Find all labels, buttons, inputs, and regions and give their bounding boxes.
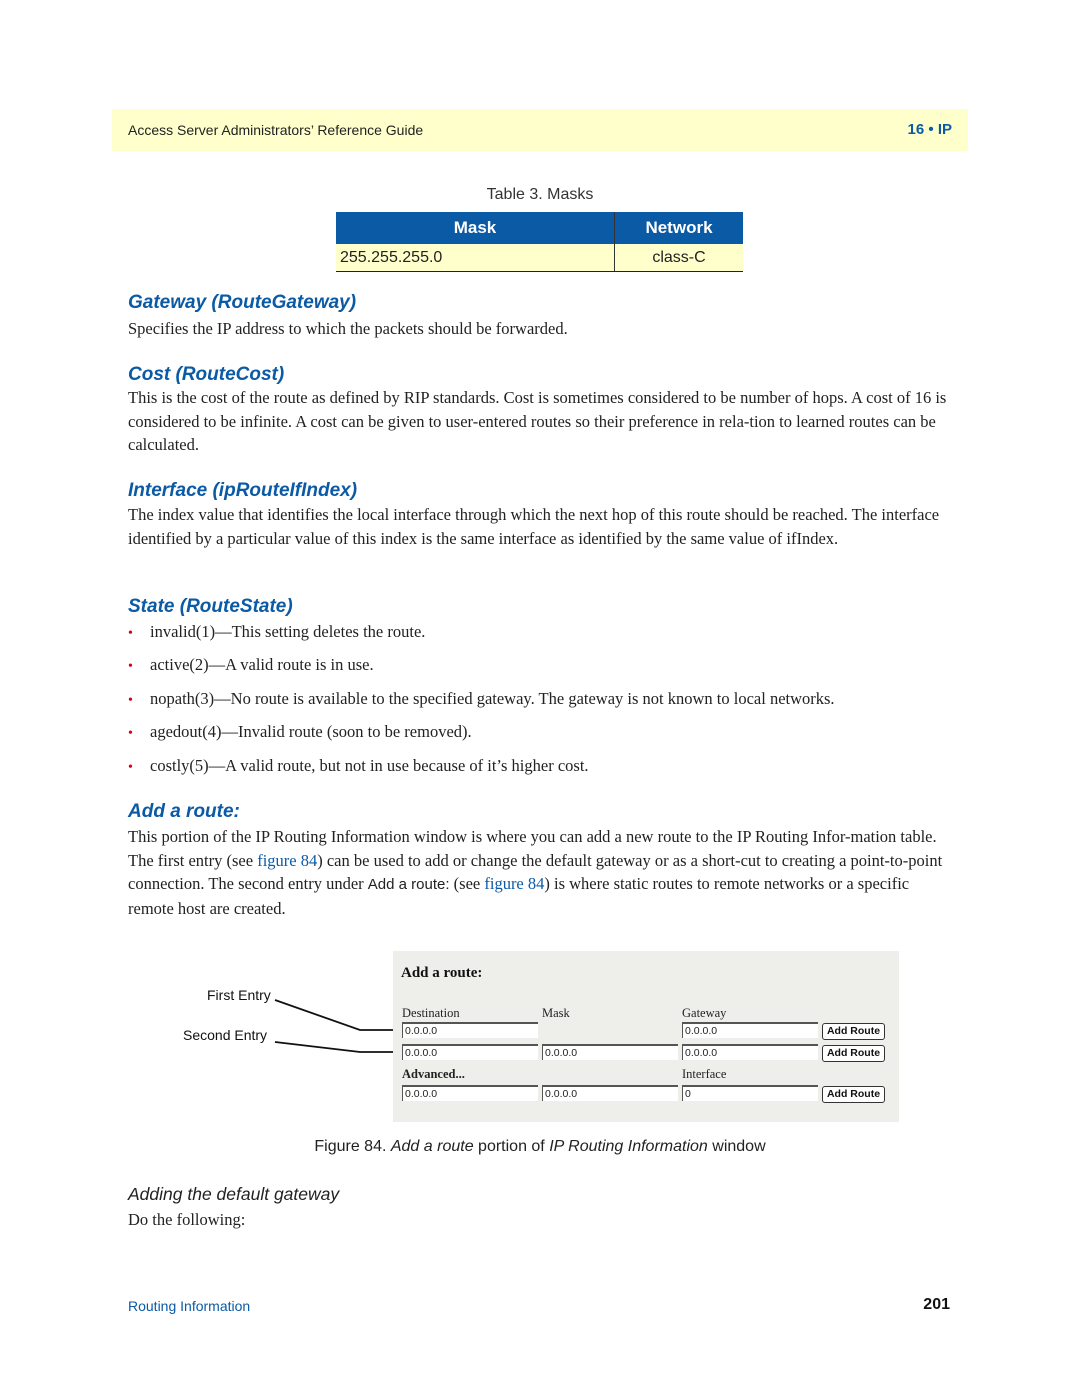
heading-interface: Interface (ipRouteIfIndex) [128, 480, 358, 501]
row2-add-route-button[interactable]: Add Route [822, 1045, 885, 1062]
label-interface: Interface [682, 1067, 727, 1081]
label-mask: Mask [542, 1006, 570, 1020]
bullet-item: • costly(5)—A valid route, but not in use… [128, 756, 589, 775]
inline-ui-label: Add a route: [367, 876, 450, 893]
footer-section-link[interactable]: Routing Information [128, 1298, 250, 1314]
bullet-icon: • [128, 659, 133, 674]
callout-second-entry: Second Entry [183, 1027, 268, 1043]
label-gateway: Gateway [682, 1006, 727, 1020]
header-chapter: 16 • IP [907, 121, 952, 138]
column-header-mask: Mask [336, 212, 615, 244]
bullet-icon: • [128, 626, 133, 641]
add-route-screenshot: Add a route: Destination Mask Gateway 0.… [393, 951, 899, 1122]
figure-link[interactable]: figure 84 [257, 851, 317, 870]
heading-cost: Cost (RouteCost) [128, 364, 285, 385]
row2-destination-input[interactable]: 0.0.0.0 [402, 1044, 538, 1060]
row1-gateway-input[interactable]: 0.0.0.0 [682, 1022, 818, 1038]
page-number: 201 [923, 1296, 950, 1313]
row2-gateway-input[interactable]: 0.0.0.0 [682, 1044, 818, 1060]
figure-link[interactable]: figure 84 [484, 874, 544, 893]
body-cost: This is the cost of the route as defined… [128, 388, 947, 454]
heading-state: State (RouteState) [128, 596, 293, 617]
cell-network: class-C [614, 244, 743, 272]
bullet-item: • agedout(4)—Invalid route (soon to be re… [128, 722, 472, 741]
running-header: Access Server Administrators’ Reference … [112, 109, 968, 151]
row3-interface-input[interactable]: 0 [682, 1085, 818, 1101]
row1-add-route-button[interactable]: Add Route [822, 1023, 885, 1040]
row3-destination-input[interactable]: 0.0.0.0 [402, 1085, 538, 1101]
label-advanced: Advanced... [402, 1067, 465, 1081]
body-default-gateway: Do the following: [128, 1210, 246, 1229]
leader-line-second [274, 1041, 403, 1053]
table-caption: Table 3. Masks [486, 186, 594, 203]
bullet-item: • invalid(1)—This setting deletes the rou… [128, 622, 426, 641]
row1-destination-input[interactable]: 0.0.0.0 [402, 1022, 538, 1038]
callout-first-entry: First Entry [207, 987, 271, 1003]
masks-table: Mask Network 255.255.255.0 class-C [336, 212, 743, 272]
body-gateway: Specifies the IP address to which the pa… [128, 319, 568, 338]
figure-title: Add a route: [401, 965, 483, 981]
subheading-default-gateway: Adding the default gateway [128, 1184, 340, 1204]
column-header-network: Network [614, 212, 743, 244]
cell-mask: 255.255.255.0 [336, 244, 615, 272]
table-row: 255.255.255.0 class-C [336, 244, 743, 272]
bullet-item: • nopath(3)—No route is available to the … [128, 689, 835, 708]
row3-add-route-button[interactable]: Add Route [822, 1086, 885, 1103]
header-title: Access Server Administrators’ Reference … [128, 122, 424, 138]
heading-add-route: Add a route: [128, 801, 240, 822]
row2-mask-input[interactable]: 0.0.0.0 [542, 1044, 678, 1060]
figure-caption: Figure 84. Add a route portion of IP Rou… [314, 1138, 766, 1155]
leader-line-first [274, 999, 403, 1031]
bullet-icon: • [128, 726, 133, 741]
row3-mask-input[interactable]: 0.0.0.0 [542, 1085, 678, 1101]
table-header-row: Mask Network [336, 212, 743, 244]
bullet-item: • active(2)—A valid route is in use. [128, 655, 374, 674]
label-destination: Destination [402, 1006, 460, 1020]
bullet-icon: • [128, 760, 133, 775]
bullet-icon: • [128, 693, 133, 708]
heading-gateway: Gateway (RouteGateway) [128, 292, 357, 313]
body-interface: The index value that identifies the loca… [128, 505, 940, 548]
body-add-route: This portion of the IP Routing Informati… [128, 827, 943, 918]
